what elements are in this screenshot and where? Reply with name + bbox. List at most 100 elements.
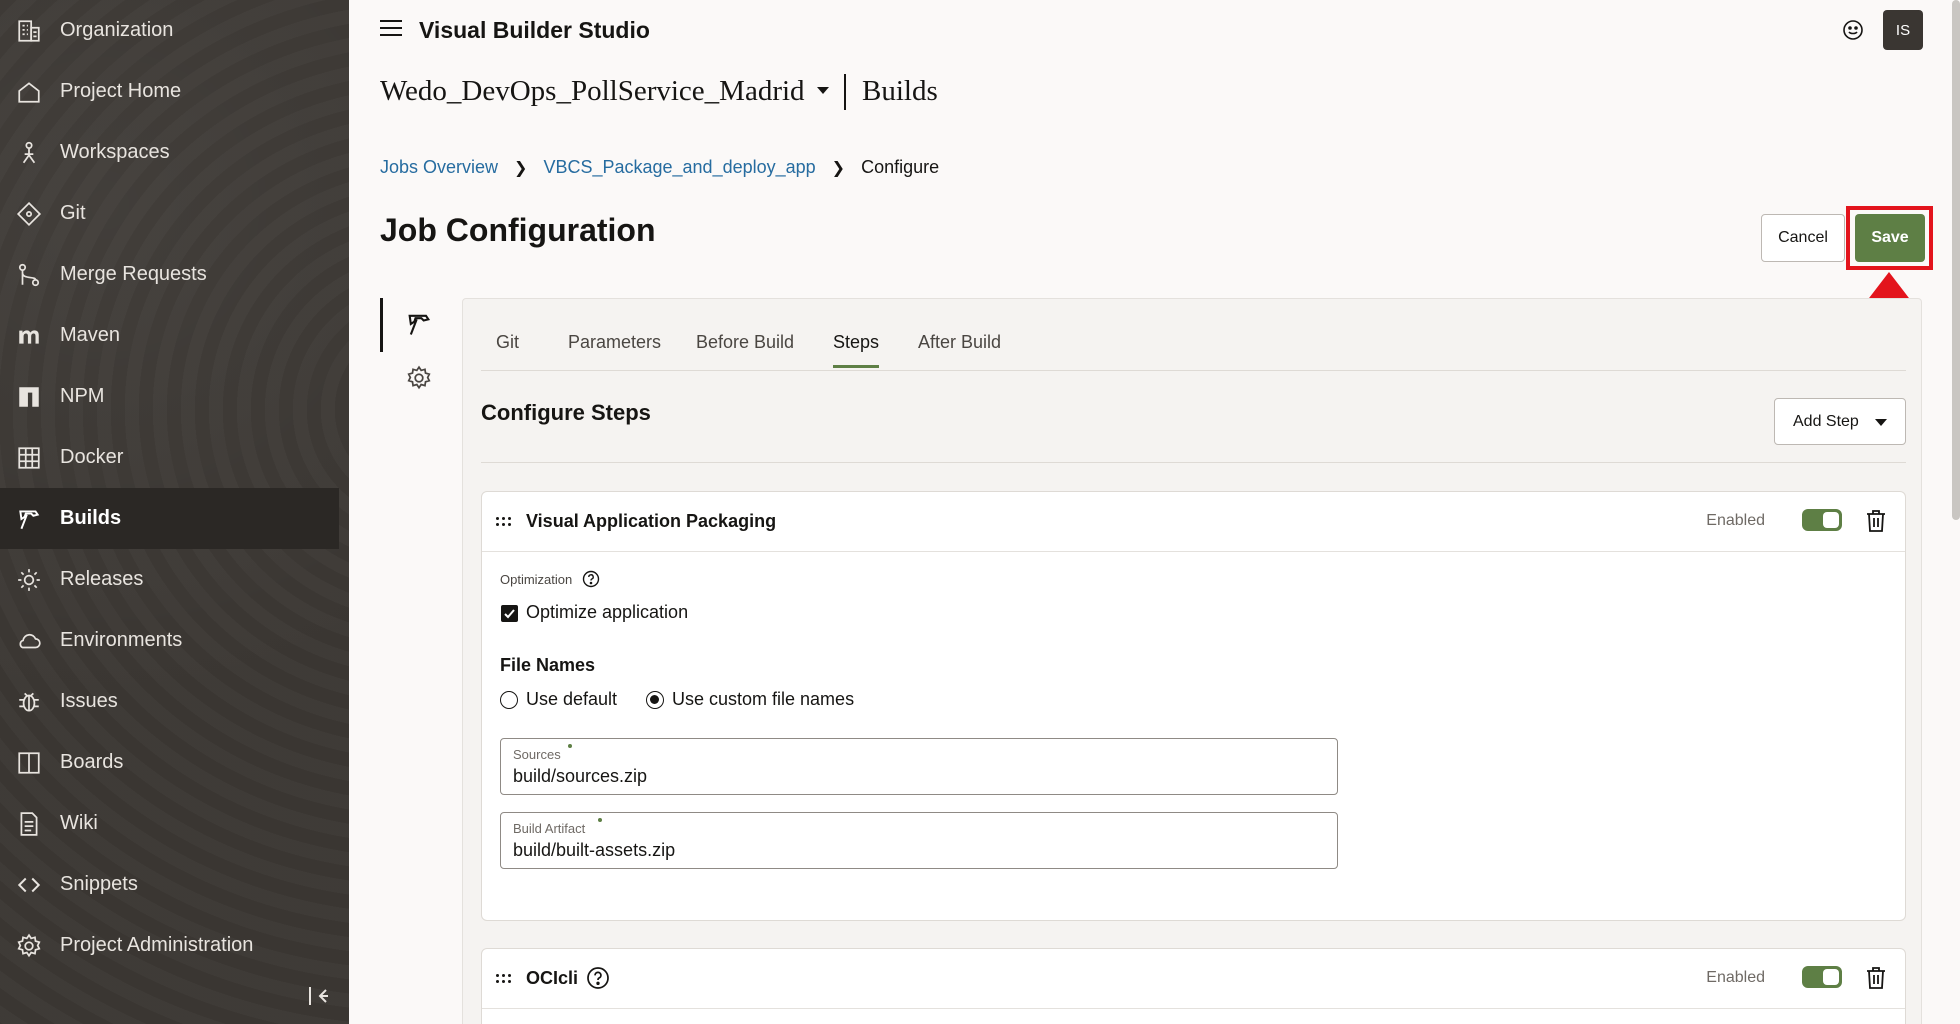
- sidebar-item-boards[interactable]: Boards: [0, 732, 339, 793]
- step-header: OCIcli Enabled: [482, 949, 1905, 1009]
- sidebar-item-label: Wiki: [60, 812, 98, 834]
- merge-request-icon: [16, 262, 42, 288]
- sidebar-item-builds[interactable]: Builds: [0, 488, 339, 549]
- section-title: Builds: [862, 75, 938, 107]
- sources-label: Sources: [513, 747, 561, 762]
- chevron-down-icon: [1875, 419, 1887, 426]
- sidebar-item-maven[interactable]: Maven: [0, 305, 339, 366]
- collapse-sidebar-icon[interactable]: [304, 982, 332, 1010]
- trash-icon[interactable]: [1865, 966, 1887, 990]
- mini-tab-indicator: [380, 298, 383, 352]
- sidebar-item-label: NPM: [60, 385, 105, 407]
- hamburger-menu-icon[interactable]: [380, 20, 402, 38]
- step-title: OCIcli: [526, 968, 579, 988]
- hammer-icon[interactable]: [405, 310, 433, 338]
- sidebar-item-label: Merge Requests: [60, 263, 207, 285]
- sidebar-item-label: Project Home: [60, 80, 182, 102]
- build-artifact-value: build/built-assets.zip: [513, 840, 676, 860]
- sources-field[interactable]: Sources build/sources.zip: [500, 738, 1338, 795]
- maven-icon: [16, 323, 42, 349]
- radio-use-custom-label: Use custom file names: [672, 689, 855, 709]
- sidebar-item-label: Issues: [60, 690, 118, 712]
- required-indicator: [568, 744, 572, 748]
- tab-parameters[interactable]: Parameters: [568, 332, 661, 365]
- enabled-toggle[interactable]: [1802, 966, 1842, 988]
- build-artifact-field[interactable]: Build Artifact build/built-assets.zip: [500, 812, 1338, 869]
- sidebar-item-label: Docker: [60, 446, 124, 468]
- step-title: Visual Application Packaging: [526, 511, 777, 531]
- wiki-icon: [16, 811, 42, 837]
- boards-icon: [16, 750, 42, 776]
- add-step-label: Add Step: [1793, 412, 1859, 430]
- builds-icon: [16, 506, 42, 532]
- workspaces-icon: [16, 140, 42, 166]
- issues-icon: [16, 689, 42, 715]
- sidebar-item-environments[interactable]: Environments: [0, 610, 339, 671]
- header-divider: [844, 74, 846, 110]
- tab-git[interactable]: Git: [496, 332, 519, 365]
- trash-icon[interactable]: [1865, 509, 1887, 533]
- config-tabs: Git Parameters Before Build Steps After …: [481, 322, 1906, 371]
- page-title: Job Configuration: [380, 212, 656, 248]
- add-step-button[interactable]: Add Step: [1774, 398, 1906, 445]
- cancel-button[interactable]: Cancel: [1761, 214, 1845, 262]
- sidebar-item-docker[interactable]: Docker: [0, 427, 339, 488]
- sidebar-item-merge-requests[interactable]: Merge Requests: [0, 244, 339, 305]
- optimize-label: Optimize application: [526, 602, 689, 622]
- drag-handle-icon[interactable]: [496, 971, 514, 985]
- sidebar-item-label: Snippets: [60, 873, 138, 895]
- sidebar-item-project-home[interactable]: Project Home: [0, 61, 339, 122]
- sidebar: Organization Project Home Workspaces Git…: [0, 0, 349, 1024]
- sidebar-item-project-administration[interactable]: Project Administration: [0, 915, 339, 976]
- sidebar-item-organization[interactable]: Organization: [0, 0, 339, 61]
- enabled-label: Enabled: [1706, 512, 1765, 529]
- tab-steps[interactable]: Steps: [833, 332, 880, 368]
- breadcrumb-current: Configure: [861, 157, 940, 177]
- sidebar-item-wiki[interactable]: Wiki: [0, 793, 339, 854]
- sidebar-item-label: Releases: [60, 568, 144, 590]
- required-indicator: [598, 818, 602, 822]
- feedback-smiley-icon[interactable]: [1841, 18, 1865, 42]
- file-names-title: File Names: [500, 655, 596, 675]
- step-card-ocicli: OCIcli Enabled: [481, 948, 1906, 1024]
- save-highlight-box: [1846, 206, 1933, 270]
- build-artifact-label: Build Artifact: [513, 821, 586, 836]
- help-icon[interactable]: [582, 570, 600, 588]
- project-selector[interactable]: Wedo_DevOps_PollService_Madrid: [380, 75, 805, 108]
- gear-icon[interactable]: [406, 365, 432, 391]
- admin-gear-icon: [16, 933, 42, 959]
- sidebar-item-label: Environments: [60, 629, 183, 651]
- tab-after-build[interactable]: After Build: [918, 332, 1001, 365]
- sidebar-item-git[interactable]: Git: [0, 183, 339, 244]
- organization-icon: [16, 18, 42, 44]
- sidebar-item-npm[interactable]: NPM: [0, 366, 339, 427]
- npm-icon: [16, 384, 42, 410]
- divider: [481, 462, 1906, 463]
- radio-use-default[interactable]: [500, 691, 518, 709]
- radio-use-custom[interactable]: [646, 691, 664, 709]
- scrollbar[interactable]: [1952, 0, 1960, 520]
- tab-before-build[interactable]: Before Build: [696, 332, 794, 365]
- app-title: Visual Builder Studio: [419, 17, 650, 43]
- sidebar-item-label: Builds: [60, 507, 122, 529]
- drag-handle-icon[interactable]: [496, 514, 514, 528]
- radio-use-default-label: Use default: [526, 689, 618, 709]
- step-card-visual-app-packaging: Visual Application Packaging Enabled Opt…: [481, 491, 1906, 921]
- enabled-toggle[interactable]: [1802, 509, 1842, 531]
- home-icon: [16, 79, 42, 105]
- breadcrumb-jobs-overview[interactable]: Jobs Overview: [380, 157, 498, 178]
- avatar[interactable]: IS: [1883, 10, 1923, 50]
- optimize-checkbox[interactable]: [501, 605, 518, 622]
- sidebar-item-label: Maven: [60, 324, 121, 346]
- sidebar-item-workspaces[interactable]: Workspaces: [0, 122, 339, 183]
- help-icon[interactable]: [586, 966, 610, 990]
- chevron-down-icon[interactable]: [817, 87, 829, 94]
- docker-icon: [16, 445, 42, 471]
- step-header: Visual Application Packaging Enabled: [482, 492, 1905, 552]
- sidebar-item-label: Git: [60, 202, 86, 224]
- sidebar-item-releases[interactable]: Releases: [0, 549, 339, 610]
- sidebar-item-snippets[interactable]: Snippets: [0, 854, 339, 915]
- breadcrumb-job[interactable]: VBCS_Package_and_deploy_app: [543, 157, 815, 178]
- sources-value: build/sources.zip: [513, 766, 648, 786]
- sidebar-item-issues[interactable]: Issues: [0, 671, 339, 732]
